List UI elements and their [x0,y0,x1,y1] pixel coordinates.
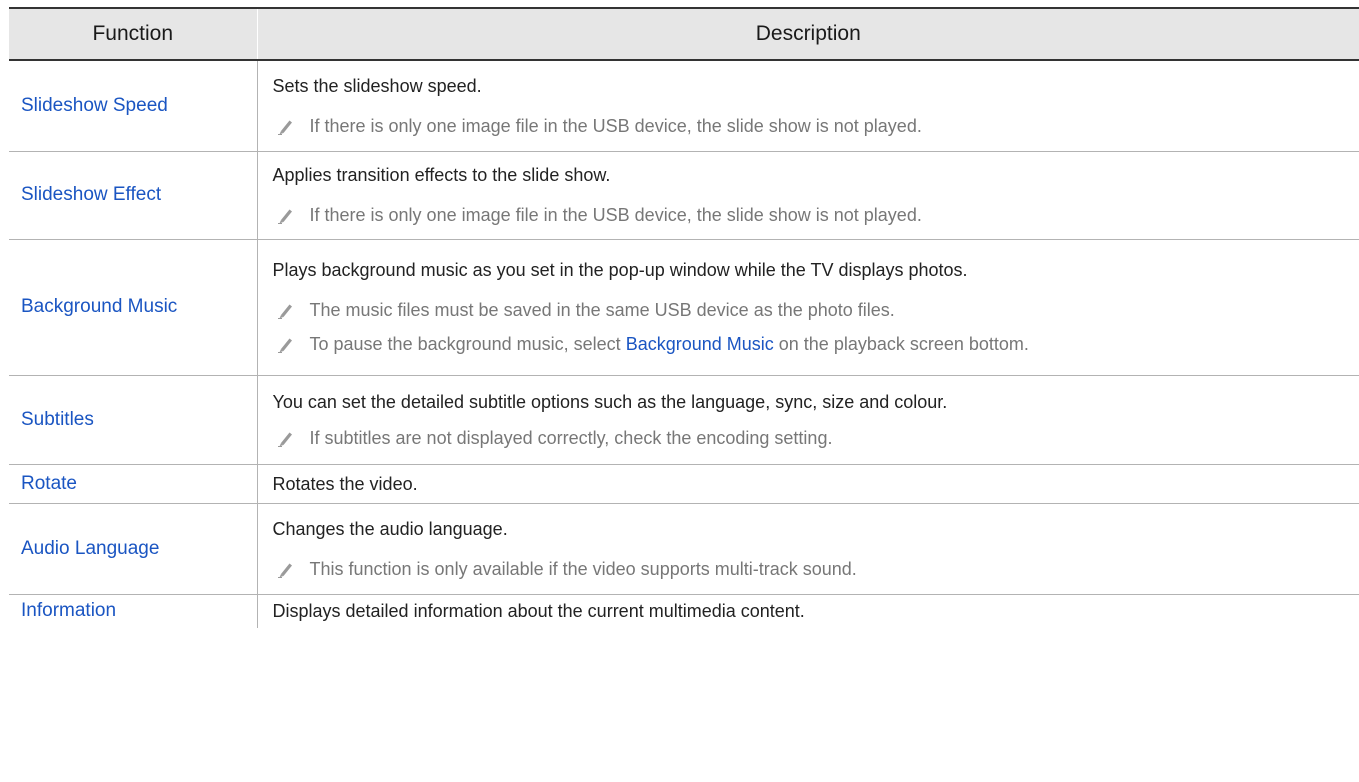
pencil-note-icon [277,120,292,135]
description-text: You can set the detailed subtitle option… [272,391,948,412]
function-name: Audio Language [9,503,258,595]
description-text: Applies transition effects to the slide … [272,165,611,185]
pencil-note-icon [277,209,292,224]
description-text: Changes the audio language. [272,518,508,539]
description-text: Sets the slideshow speed. [272,75,482,96]
description-cell: Sets the slideshow speed. If there is on… [257,60,1359,152]
description-text: Plays background music as you set in the… [272,260,968,280]
table-row: Audio Language Changes the audio languag… [9,503,1359,595]
note: To pause the background music, select Ba… [273,332,1359,356]
note-text: To pause the background music, select Ba… [310,332,1029,356]
header-row: Function Description [9,7,1359,61]
function-name: Subtitles [9,375,258,465]
description-text: Rotates the video. [272,473,418,494]
table-row: Slideshow Effect Applies transition effe… [9,151,1359,240]
pencil-note-icon [277,304,292,319]
function-name: Information [9,594,258,628]
note-text: If subtitles are not displayed correctly… [309,427,833,448]
description-cell: You can set the detailed subtitle option… [257,375,1359,465]
note: This function is only available if the v… [273,557,1359,581]
note: If there is only one image file in the U… [273,203,1359,227]
function-table: Function Description Slideshow Speed Set… [9,7,1359,628]
description-cell: Plays background music as you set in the… [257,239,1359,376]
function-name: Slideshow Effect [9,151,258,240]
table-row: Subtitles You can set the detailed subti… [9,375,1359,465]
description-cell: Rotates the video. [257,464,1359,504]
header-function: Function [9,7,257,61]
pencil-note-icon [277,338,292,353]
header-description: Description [256,7,1359,61]
table-row: Rotate Rotates the video. [9,464,1359,504]
note-text-after: on the playback screen bottom. [773,334,1029,354]
background-music-reference: Background Music [625,334,774,354]
note-text: This function is only available if the v… [309,558,857,579]
note-text-before: To pause the background music, select [309,334,626,354]
pencil-note-icon [277,432,292,447]
table-row: Background Music Plays background music … [9,239,1359,376]
note: The music files must be saved in the sam… [273,298,1359,322]
note-text: If there is only one image file in the U… [309,115,922,136]
function-name: Slideshow Speed [9,60,258,152]
description-cell: Changes the audio language. This functio… [257,503,1359,595]
description-cell: Displays detailed information about the … [257,594,1359,628]
pencil-note-icon [277,563,292,578]
table-row: Information Displays detailed informatio… [9,594,1359,628]
function-name: Background Music [9,239,258,376]
table-row: Slideshow Speed Sets the slideshow speed… [9,60,1359,152]
description-cell: Applies transition effects to the slide … [257,151,1359,240]
note-text: If there is only one image file in the U… [309,205,922,225]
description-text: Displays detailed information about the … [272,601,805,622]
function-name: Rotate [9,464,258,504]
note: If subtitles are not displayed correctly… [273,426,1359,450]
note: If there is only one image file in the U… [273,114,1359,138]
note-text: The music files must be saved in the sam… [309,300,895,320]
